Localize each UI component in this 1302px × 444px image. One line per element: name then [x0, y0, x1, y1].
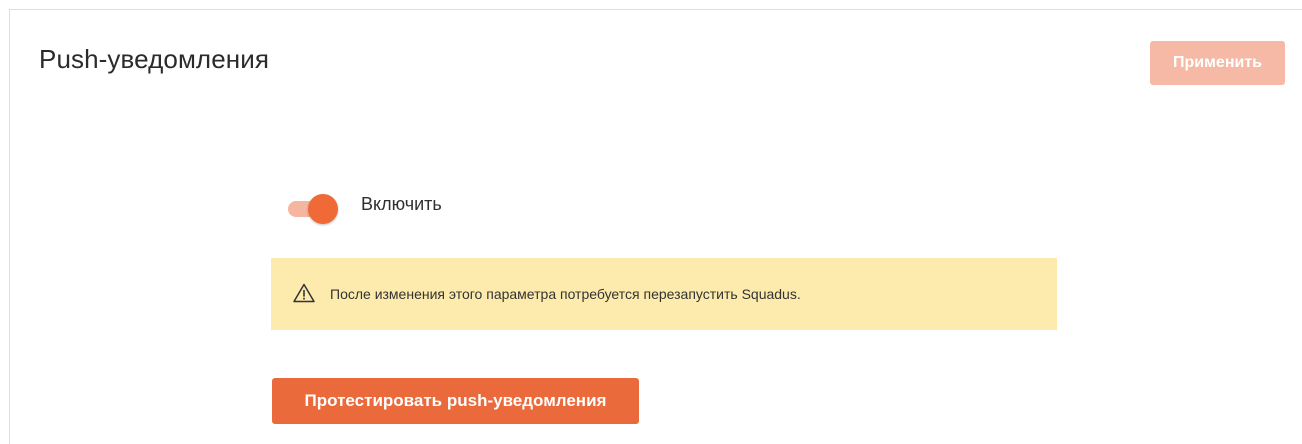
toggle-thumb[interactable]	[308, 194, 338, 224]
test-push-notifications-button[interactable]: Протестировать push-уведомления	[272, 378, 639, 424]
warning-triangle-icon	[293, 283, 315, 303]
enable-toggle-label: Включить	[361, 194, 442, 214]
push-notifications-panel: Push-уведомления Применить Включить Посл…	[9, 9, 1302, 444]
enable-toggle[interactable]	[286, 193, 344, 227]
apply-button[interactable]: Применить	[1150, 41, 1285, 85]
page-title: Push-уведомления	[39, 44, 270, 74]
warning-text: После изменения этого параметра потребуе…	[330, 286, 801, 302]
restart-warning-banner: После изменения этого параметра потребуе…	[271, 258, 1057, 330]
